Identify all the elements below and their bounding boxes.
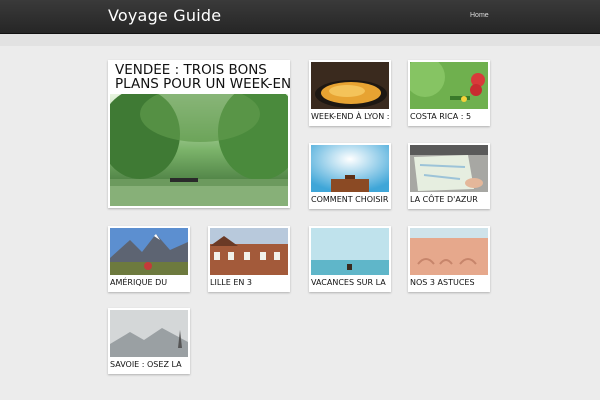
subheader-strip — [0, 34, 600, 46]
post-caption: LA CÔTE D'AZUR — [410, 195, 478, 204]
post-caption: VACANCES SUR LA — [311, 278, 386, 287]
post-caption: COMMENT CHOISIR — [311, 195, 389, 204]
post-caption: AMÉRIQUE DU — [110, 278, 168, 287]
forest-river-photo[interactable] — [110, 94, 288, 206]
post-caption: WEEK-END À LYON : — [311, 112, 389, 121]
post-card-lille[interactable]: LILLE EN 3 — [208, 226, 290, 292]
post-card-lyon[interactable]: WEEK-END À LYON : — [309, 60, 391, 126]
post-caption: NOS 3 ASTUCES — [410, 278, 475, 287]
featured-post-title[interactable]: VENDÉE : TROIS BONS PLANS POUR UN WEEK-E… — [115, 63, 290, 91]
mountain-photo — [110, 228, 188, 275]
lyon-dish-photo — [311, 62, 389, 109]
sea-photo — [311, 228, 389, 275]
lille-buildings-photo — [210, 228, 288, 275]
post-card-costa-rica[interactable]: COSTA RICA : 5 — [408, 60, 490, 126]
post-card-savoie[interactable]: SAVOIE : OSEZ LA — [108, 308, 190, 374]
post-card-comment-choisir[interactable]: COMMENT CHOISIR — [309, 143, 391, 209]
post-caption: LILLE EN 3 — [210, 278, 252, 287]
foggy-mountain-photo — [110, 310, 188, 357]
suitcase-sky-photo — [311, 145, 389, 192]
post-caption: SAVOIE : OSEZ LA — [110, 360, 182, 369]
post-caption: COSTA RICA : 5 — [410, 112, 472, 121]
featured-title-line1: VENDÉE : TROIS BONS — [115, 63, 267, 78]
post-card-cote-azur[interactable]: LA CÔTE D'AZUR — [408, 143, 490, 209]
top-navigation-bar: Voyage Guide Home — [0, 0, 600, 34]
featured-title-line2: PLANS POUR UN WEEK-END — [115, 76, 290, 91]
post-card-astuces[interactable]: NOS 3 ASTUCES — [408, 226, 490, 292]
featured-post-card[interactable]: VENDÉE : TROIS BONS PLANS POUR UN WEEK-E… — [108, 60, 290, 208]
nav-home-link[interactable]: Home — [470, 12, 489, 19]
beach-sand-photo — [410, 228, 488, 275]
post-card-amerique[interactable]: AMÉRIQUE DU — [108, 226, 190, 292]
site-title[interactable]: Voyage Guide — [108, 6, 221, 25]
map-in-car-photo — [410, 145, 488, 192]
post-card-vacances[interactable]: VACANCES SUR LA — [309, 226, 391, 292]
costa-rica-flower-photo — [410, 62, 488, 109]
